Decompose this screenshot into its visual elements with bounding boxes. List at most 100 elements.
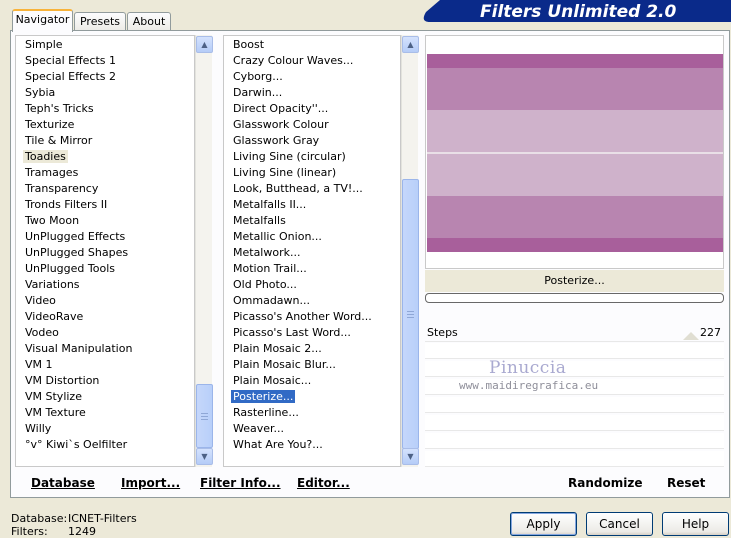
category-item[interactable]: Special Effects 1	[16, 53, 194, 69]
category-item-label: UnPlugged Shapes	[25, 246, 129, 259]
filter-item[interactable]: What Are You?...	[224, 437, 400, 453]
tab-about[interactable]: About	[127, 12, 171, 31]
filter-item[interactable]: Picasso's Another Word...	[224, 309, 400, 325]
category-item[interactable]: Texturize	[16, 117, 194, 133]
filter-item[interactable]: Metalwork...	[224, 245, 400, 261]
scroll-down-button[interactable]: ▼	[196, 448, 213, 465]
category-item[interactable]: VM Stylize	[16, 389, 194, 405]
database-button[interactable]: Database	[31, 476, 95, 492]
apply-button[interactable]: Apply	[510, 512, 577, 536]
category-item[interactable]: UnPlugged Tools	[16, 261, 194, 277]
category-item[interactable]: Teph's Tricks	[16, 101, 194, 117]
filter-item[interactable]: Glasswork Gray	[224, 133, 400, 149]
filter-info-button[interactable]: Filter Info...	[200, 476, 281, 492]
category-item-label: VideoRave	[25, 310, 84, 323]
category-item[interactable]: Two Moon	[16, 213, 194, 229]
filter-item-label: Living Sine (linear)	[233, 166, 337, 179]
header-banner: Filters Unlimited 2.0	[423, 0, 731, 22]
editor-button[interactable]: Editor...	[297, 476, 350, 492]
filter-item[interactable]: Crazy Colour Waves...	[224, 53, 400, 69]
filter-item[interactable]: Cyborg...	[224, 69, 400, 85]
filter-item[interactable]: Living Sine (circular)	[224, 149, 400, 165]
tab-navigator[interactable]: Navigator	[12, 9, 73, 32]
filter-item-label: What Are You?...	[233, 438, 323, 451]
filter-list[interactable]: Boost Crazy Colour Waves... Cyborg... Darwi…	[223, 35, 401, 467]
filter-item-label: Look, Butthead, a TV!...	[233, 182, 363, 195]
filter-item[interactable]: Boost	[224, 37, 400, 53]
category-item[interactable]: VM 1	[16, 357, 194, 373]
preview-filter-name: Posterize...	[425, 270, 724, 292]
filter-item-label: Picasso's Another Word...	[233, 310, 372, 323]
category-item[interactable]: °v° Kiwi`s Oelfilter	[16, 437, 194, 453]
tab-presets[interactable]: Presets	[74, 12, 126, 31]
category-item[interactable]: Visual Manipulation	[16, 341, 194, 357]
category-item[interactable]: Video	[16, 293, 194, 309]
scroll-up-button[interactable]: ▲	[402, 36, 419, 53]
category-item[interactable]: VideoRave	[16, 309, 194, 325]
filter-item-label: Metalfalls II...	[233, 198, 307, 211]
filter-item[interactable]: Glasswork Colour	[224, 117, 400, 133]
category-item[interactable]: UnPlugged Shapes	[16, 245, 194, 261]
category-item[interactable]: Vodeo	[16, 325, 194, 341]
category-scrollbar[interactable]: ▲ ▼	[195, 35, 213, 467]
category-item-label: Simple	[25, 38, 63, 51]
filter-item-label: Direct Opacity''...	[233, 102, 329, 115]
category-item[interactable]: Willy	[16, 421, 194, 437]
category-item[interactable]: Sybia	[16, 85, 194, 101]
filter-item[interactable]: Plain Mosaic Blur...	[224, 357, 400, 373]
filter-item[interactable]: Ommadawn...	[224, 293, 400, 309]
category-item[interactable]: Transparency	[16, 181, 194, 197]
filter-scrollbar[interactable]: ▲ ▼	[401, 35, 419, 467]
randomize-button[interactable]: Randomize	[568, 476, 642, 492]
filter-item-label: Picasso's Last Word...	[233, 326, 351, 339]
filter-item[interactable]: Direct Opacity''...	[224, 101, 400, 117]
steps-slider[interactable]: Steps 227	[425, 320, 724, 342]
steps-value: 227	[700, 326, 721, 339]
category-item-label: °v° Kiwi`s Oelfilter	[25, 438, 128, 451]
scroll-up-button[interactable]: ▲	[196, 36, 213, 53]
filter-item[interactable]: Living Sine (linear)	[224, 165, 400, 181]
scroll-thumb[interactable]	[402, 179, 419, 449]
reset-button[interactable]: Reset	[667, 476, 705, 492]
category-item[interactable]: Simple	[16, 37, 194, 53]
filter-item[interactable]: Metalfalls	[224, 213, 400, 229]
category-item-label: Texturize	[25, 118, 75, 131]
category-item[interactable]: VM Texture	[16, 405, 194, 421]
category-item[interactable]: Tramages	[16, 165, 194, 181]
filter-item[interactable]: Motion Trail...	[224, 261, 400, 277]
category-item-label: Tile & Mirror	[25, 134, 93, 147]
category-list[interactable]: Simple Special Effects 1 Special Effects 2…	[15, 35, 195, 467]
category-item[interactable]: Variations	[16, 277, 194, 293]
filter-item[interactable]: Metallic Onion...	[224, 229, 400, 245]
cancel-button[interactable]: Cancel	[586, 512, 653, 536]
category-item[interactable]: Tile & Mirror	[16, 133, 194, 149]
category-item[interactable]: VM Distortion	[16, 373, 194, 389]
filter-item[interactable]: Picasso's Last Word...	[224, 325, 400, 341]
filter-item-label: Plain Mosaic 2...	[233, 342, 322, 355]
category-item-label: Two Moon	[25, 214, 80, 227]
category-item[interactable]: Toadies	[16, 149, 194, 165]
category-item[interactable]: Special Effects 2	[16, 69, 194, 85]
category-item[interactable]: UnPlugged Effects	[16, 229, 194, 245]
filter-item[interactable]: Rasterline...	[224, 405, 400, 421]
category-item[interactable]: Tronds Filters II	[16, 197, 194, 213]
scroll-thumb[interactable]	[196, 384, 213, 448]
scroll-down-button[interactable]: ▼	[402, 448, 419, 465]
help-button[interactable]: Help	[662, 512, 729, 536]
filter-item-label: Posterize...	[231, 390, 296, 403]
filter-item-label: Metalfalls	[233, 214, 286, 227]
watermark-name: Pinuccia	[489, 358, 567, 378]
category-item-label: VM Texture	[25, 406, 86, 419]
filter-item[interactable]: Plain Mosaic...	[224, 373, 400, 389]
filter-item-label: Glasswork Colour	[233, 118, 329, 131]
import-button[interactable]: Import...	[121, 476, 180, 492]
filter-item[interactable]: Plain Mosaic 2...	[224, 341, 400, 357]
filter-item[interactable]: Darwin...	[224, 85, 400, 101]
slider-handle[interactable]	[683, 332, 699, 340]
filter-item[interactable]: Metalfalls II...	[224, 197, 400, 213]
filter-item[interactable]: Old Photo...	[224, 277, 400, 293]
filter-item[interactable]: Look, Butthead, a TV!...	[224, 181, 400, 197]
category-item-label: VM Stylize	[25, 390, 82, 403]
filter-item[interactable]: Weaver...	[224, 421, 400, 437]
filter-item[interactable]: Posterize...	[224, 389, 400, 405]
